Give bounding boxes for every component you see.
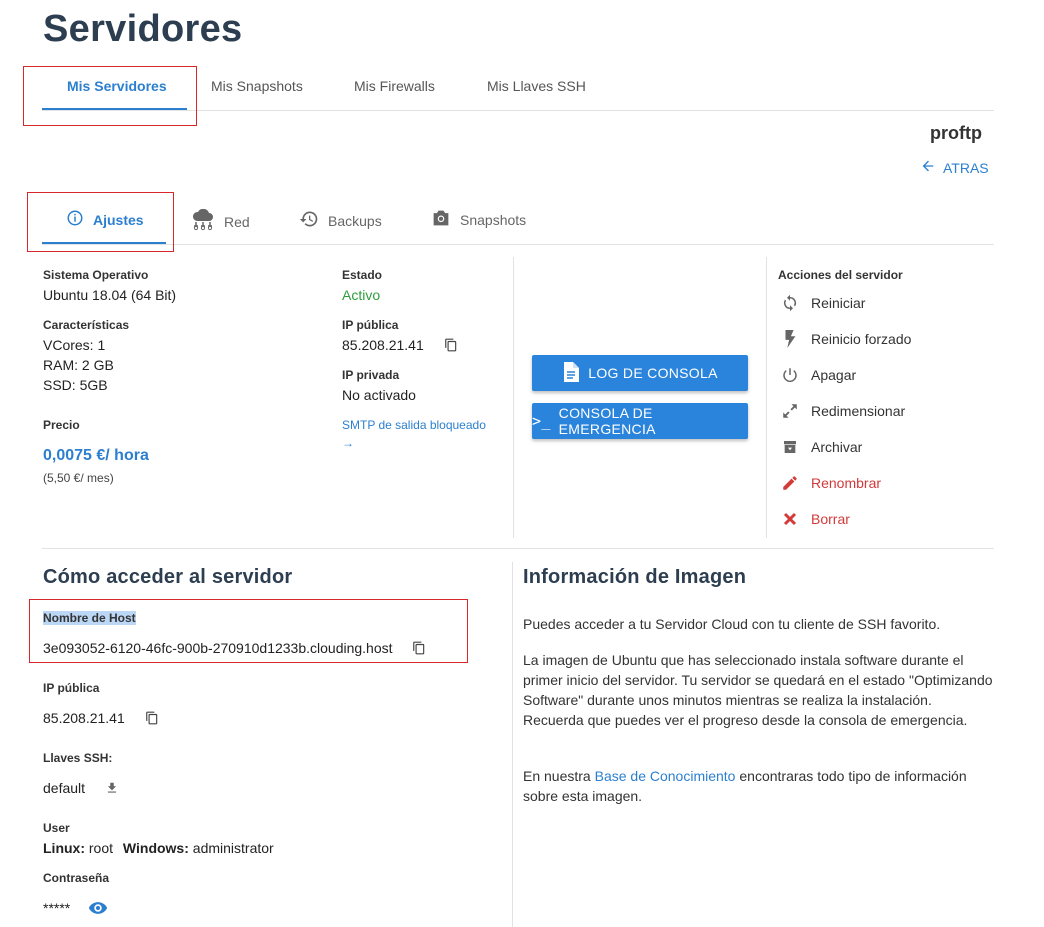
- status-badge: Activo: [342, 287, 381, 303]
- archive-icon: [781, 438, 799, 456]
- copy-icon[interactable]: [444, 337, 458, 356]
- features-label: Características: [43, 318, 130, 332]
- camera-icon: [431, 209, 451, 230]
- action-label: Renombrar: [811, 475, 882, 491]
- emergency-console-label: CONSOLA DE EMERGENCIA: [558, 405, 656, 437]
- image-info-paragraph-3: En nuestra Base de Conocimiento encontra…: [523, 766, 993, 806]
- console-log-label: LOG DE CONSOLA: [588, 365, 718, 381]
- password-label: Contraseña: [43, 871, 110, 885]
- ram-value: RAM: 2 GB: [43, 357, 114, 373]
- action-label: Redimensionar: [811, 403, 906, 419]
- image-info-paragraph-2: La imagen de Ubuntu que has seleccionado…: [523, 652, 993, 728]
- delete-x-icon: [781, 510, 799, 528]
- private-ip-label: IP privada: [342, 368, 400, 382]
- price-label: Precio: [43, 418, 80, 432]
- cloud-network-icon: [191, 208, 215, 234]
- document-icon: [562, 361, 580, 386]
- image-info-title: Información de Imagen: [523, 566, 747, 588]
- annotation-box-subtab: [27, 192, 174, 252]
- shutdown-action[interactable]: Apagar: [781, 366, 856, 384]
- column-divider: [766, 257, 767, 538]
- subtab-red[interactable]: Red: [191, 208, 250, 234]
- restart-action[interactable]: Reiniciar: [781, 294, 865, 312]
- password-mask: *****: [43, 900, 71, 916]
- copy-icon[interactable]: [145, 710, 159, 729]
- ssd-value: SSD: 5GB: [43, 377, 108, 393]
- access-public-ip-text: 85.208.21.41: [43, 710, 125, 727]
- ssh-key-row: default: [43, 780, 119, 799]
- restart-icon: [781, 294, 799, 312]
- action-label: Reiniciar: [811, 295, 866, 311]
- arrow-left-icon: [920, 158, 936, 177]
- annotation-box-main-tab: [23, 66, 197, 126]
- annotation-box-hostname: [29, 599, 468, 663]
- terminal-icon: >_: [532, 412, 551, 430]
- bolt-icon: [781, 330, 799, 348]
- subtab-label: Snapshots: [460, 211, 527, 228]
- smtp-link[interactable]: SMTP de salida bloqueado: [342, 418, 486, 432]
- tab-mis-snapshots[interactable]: Mis Snapshots: [211, 78, 303, 94]
- resize-action[interactable]: Redimensionar: [781, 402, 905, 420]
- download-icon[interactable]: [105, 780, 119, 799]
- price-hour: 0,0075 €/ hora: [43, 447, 149, 464]
- private-ip-value: No activado: [342, 387, 416, 403]
- delete-action[interactable]: Borrar: [781, 510, 850, 528]
- password-row: *****: [43, 900, 108, 918]
- knowledge-base-link[interactable]: Base de Conocimiento: [595, 768, 736, 784]
- resize-icon: [781, 402, 799, 420]
- access-public-ip-label: IP pública: [43, 681, 100, 695]
- eye-icon[interactable]: [88, 901, 108, 918]
- action-label: Borrar: [811, 511, 850, 527]
- action-label: Reinicio forzado: [811, 331, 912, 347]
- action-label: Apagar: [811, 367, 857, 383]
- history-icon: [299, 209, 319, 232]
- os-label: Sistema Operativo: [43, 268, 149, 282]
- tab-mis-firewalls[interactable]: Mis Firewalls: [354, 78, 435, 94]
- p3-before: En nuestra: [523, 768, 595, 784]
- linux-user: root: [88, 840, 114, 856]
- user-label: User: [43, 821, 70, 835]
- public-ip-label: IP pública: [342, 318, 399, 332]
- ssh-keys-label: Llaves SSH:: [43, 751, 113, 765]
- subtab-label: Red: [224, 213, 250, 230]
- status-label: Estado: [342, 268, 383, 282]
- image-info-paragraph-1: Puedes acceder a tu Servidor Cloud con t…: [523, 616, 941, 632]
- tab-mis-llaves-ssh[interactable]: Mis Llaves SSH: [487, 78, 586, 94]
- windows-user: administrator: [192, 840, 274, 856]
- subtab-backups[interactable]: Backups: [299, 209, 382, 232]
- pencil-icon: [781, 474, 799, 492]
- actions-title: Acciones del servidor: [778, 268, 903, 282]
- back-link[interactable]: ATRAS: [920, 158, 989, 177]
- smtp-arrow[interactable]: →: [342, 436, 354, 450]
- os-value: Ubuntu 18.04 (64 Bit): [43, 287, 177, 303]
- back-label: ATRAS: [943, 159, 989, 176]
- linux-label: Linux:: [43, 840, 85, 856]
- section-divider: [42, 548, 994, 549]
- price-month: (5,50 €/ mes): [43, 471, 114, 485]
- console-log-button[interactable]: LOG DE CONSOLA: [532, 355, 748, 391]
- access-title: Cómo acceder al servidor: [43, 566, 293, 588]
- rename-action[interactable]: Renombrar: [781, 474, 881, 492]
- public-ip-value: 85.208.21.41: [342, 337, 458, 356]
- action-label: Archivar: [811, 439, 863, 455]
- column-divider: [513, 257, 514, 538]
- windows-label: Windows:: [122, 840, 189, 856]
- subtabs-divider: [42, 244, 994, 245]
- page-title: Servidores: [43, 8, 243, 50]
- power-icon: [781, 366, 799, 384]
- column-divider: [512, 562, 513, 927]
- archive-action[interactable]: Archivar: [781, 438, 862, 456]
- emergency-console-button[interactable]: >_ CONSOLA DE EMERGENCIA: [532, 403, 748, 439]
- subtab-label: Backups: [328, 212, 382, 229]
- force-restart-action[interactable]: Reinicio forzado: [781, 330, 911, 348]
- public-ip-text: 85.208.21.41: [342, 337, 424, 354]
- vcores-value: VCores: 1: [43, 337, 106, 353]
- server-name: proftp: [930, 123, 982, 143]
- access-public-ip-value: 85.208.21.41: [43, 710, 159, 729]
- ssh-key-name: default: [43, 780, 86, 797]
- user-values: Linux: root Windows: administrator: [43, 840, 274, 856]
- subtab-snapshots[interactable]: Snapshots: [431, 209, 526, 230]
